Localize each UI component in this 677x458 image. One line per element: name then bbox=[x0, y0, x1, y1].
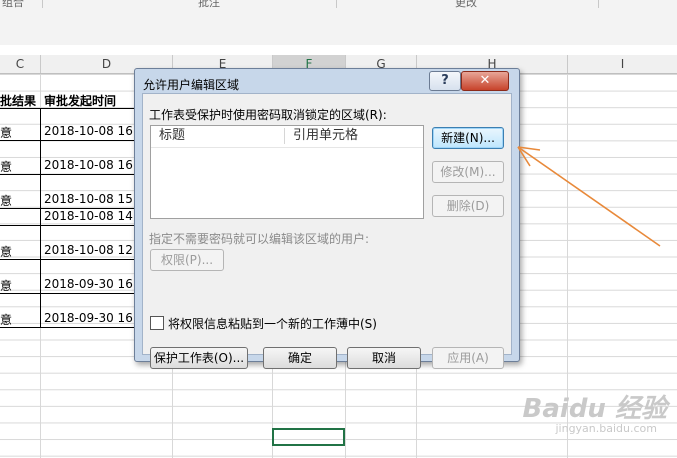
baidu-watermark-logo: Baidu 经验 bbox=[522, 394, 667, 424]
watermark-url: jingyan.baidu.com bbox=[555, 422, 657, 435]
